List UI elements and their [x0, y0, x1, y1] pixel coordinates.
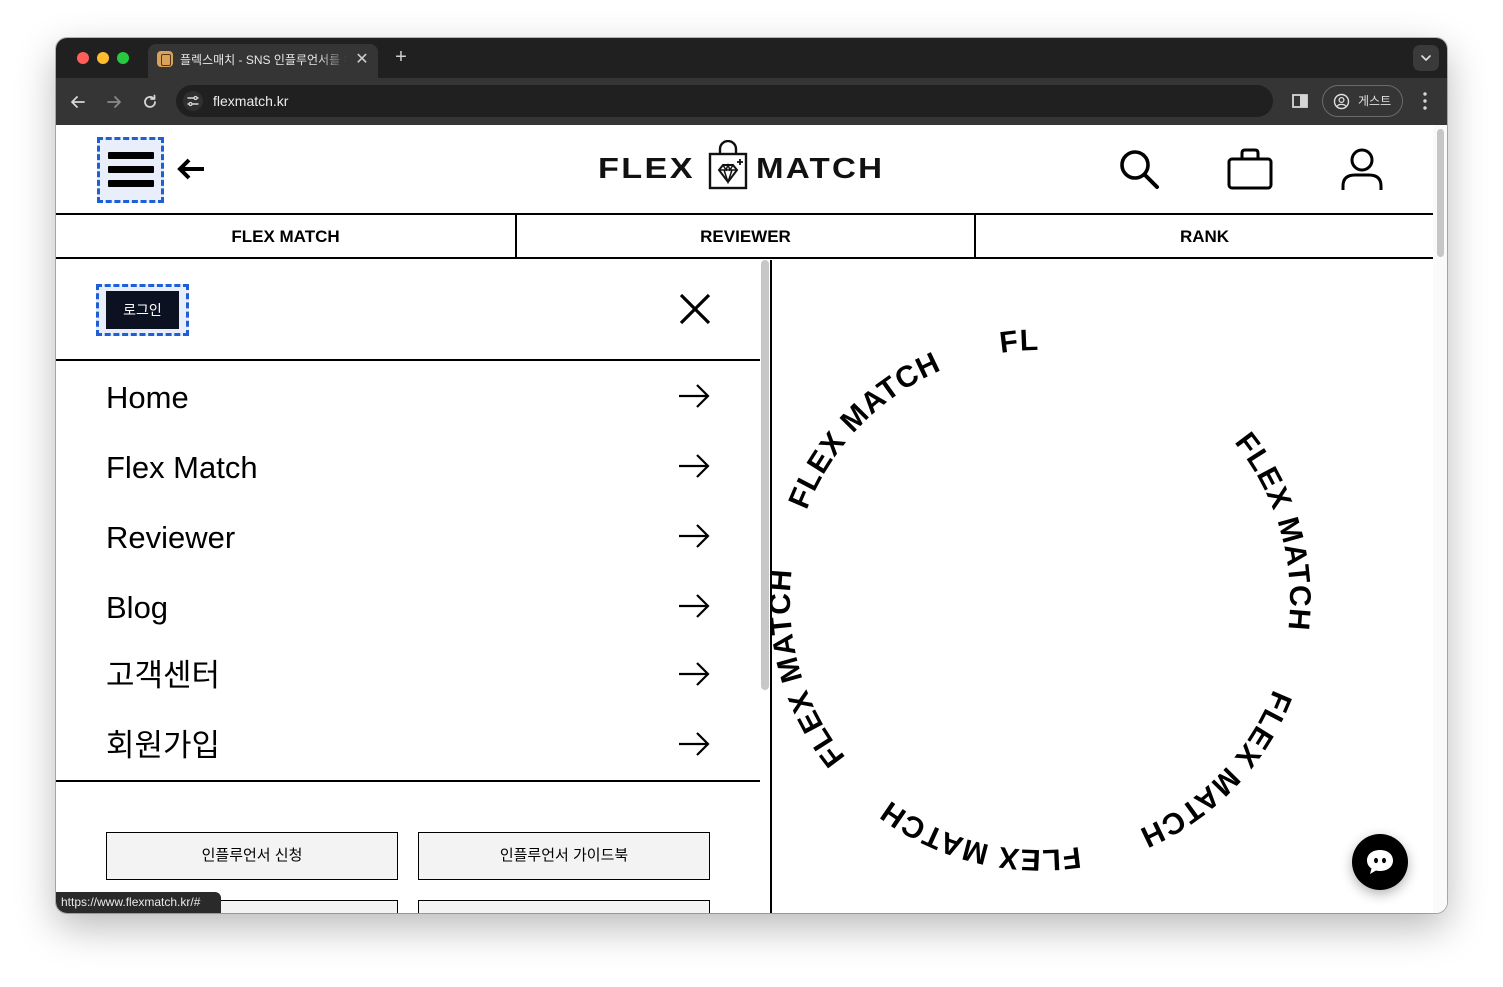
maximize-window-button[interactable]	[117, 52, 129, 64]
account-button[interactable]	[1340, 148, 1384, 197]
close-window-button[interactable]	[77, 52, 89, 64]
site-info-button[interactable]	[183, 91, 203, 111]
hamburger-line	[108, 166, 154, 173]
chat-button[interactable]	[1352, 834, 1408, 890]
side-drawer: 로그인 Home Flex Match Reviewer Blog 고객센터 회…	[56, 260, 772, 913]
menu-item-signup[interactable]: 회원가입	[56, 710, 760, 780]
menu-item-label: Blog	[106, 590, 169, 625]
bag-icon	[1227, 148, 1273, 190]
menu-item-label: 회원가입	[106, 728, 221, 763]
close-drawer-button[interactable]	[678, 292, 712, 326]
side-panel-button[interactable]	[1289, 90, 1311, 112]
menu-item-blog[interactable]: Blog	[56, 572, 760, 642]
chat-icon	[1367, 850, 1393, 874]
forward-button[interactable]	[102, 90, 126, 114]
profile-button[interactable]: 게스트	[1322, 85, 1403, 117]
arrow-right-icon	[679, 524, 710, 548]
profile-icon	[1333, 93, 1350, 110]
circular-text: FLEX MATCHFLEX MATCHFLEX MATCHFLEX MATCH…	[772, 260, 1316, 876]
login-button[interactable]: 로그인	[106, 291, 179, 329]
circular-text-segment: FLEX MATCH	[1135, 686, 1298, 853]
menu-item-reviewer[interactable]: Reviewer	[56, 502, 760, 572]
arrow-right-icon	[679, 732, 710, 756]
site-logo[interactable]: FLEX MATCH	[598, 139, 891, 191]
rotating-text-banner: FLEX MATCHFLEX MATCHFLEX MATCHFLEX MATCH…	[772, 260, 1433, 913]
menu-item-label: Reviewer	[106, 520, 236, 555]
login-button-focus: 로그인	[96, 284, 189, 336]
menu-item-label: Flex Match	[106, 450, 258, 485]
drawer-scrollbar-thumb[interactable]	[761, 260, 769, 690]
new-tab-button[interactable]: +	[390, 45, 412, 69]
influencer-apply-button[interactable]: 인플루언서 신청	[106, 832, 398, 880]
logo-text-left: FLEX	[598, 153, 695, 185]
page-scrollbar-thumb[interactable]	[1437, 129, 1444, 257]
circular-text-segment: FLEX MATCH	[772, 567, 851, 773]
browser-window: 플렉스매치 - SNS 인플루언서를 위 ✕ + flexmatch.kr 게스…	[56, 38, 1447, 913]
search-button[interactable]	[1118, 148, 1160, 195]
hamburger-line	[108, 180, 154, 187]
tune-icon	[187, 95, 199, 107]
user-icon	[1341, 148, 1383, 190]
drawer-divider	[56, 359, 760, 361]
circular-text-segment: FLEX MATCH	[782, 346, 945, 513]
back-arrow-button[interactable]	[175, 157, 207, 181]
minimize-window-button[interactable]	[97, 52, 109, 64]
reload-button[interactable]	[138, 90, 162, 114]
browser-tab[interactable]: 플렉스매치 - SNS 인플루언서를 위 ✕	[148, 44, 378, 78]
drawer-divider	[56, 780, 760, 782]
circular-text-segment: FLEX MATCH	[875, 794, 1083, 876]
logo-text-right: MATCH	[756, 153, 885, 185]
status-bar-url: https://www.flexmatch.kr/#	[56, 892, 221, 913]
drawer-scrollbar[interactable]	[760, 260, 770, 690]
tab-close-icon[interactable]: ✕	[353, 50, 371, 70]
menu-item-customer-center[interactable]: 고객센터	[56, 640, 760, 710]
menu-toggle-button[interactable]	[97, 137, 164, 203]
shopping-bag-logo-icon	[708, 140, 748, 190]
arrow-right-icon	[107, 96, 121, 108]
cart-button[interactable]	[1227, 148, 1273, 195]
arrow-left-icon	[177, 158, 204, 180]
circular-text-segment: FLEX MATCH	[1228, 426, 1316, 632]
search-icon	[1120, 150, 1159, 189]
browser-menu-button[interactable]	[1415, 90, 1435, 112]
page-viewport: FLEX MATCH FLEX MATCH REVIEWER RANK FL F…	[56, 125, 1447, 913]
profile-label: 게스트	[1358, 94, 1392, 108]
arrow-right-icon	[679, 454, 710, 478]
menu-item-home[interactable]: Home	[56, 362, 760, 432]
arrow-right-icon	[679, 662, 710, 686]
influencer-guidebook-button[interactable]: 인플루언서 가이드북	[418, 832, 710, 880]
main-nav: FLEX MATCH REVIEWER RANK	[56, 213, 1433, 259]
tab-strip: 플렉스매치 - SNS 인플루언서를 위 ✕ +	[56, 38, 1447, 78]
nav-rank[interactable]: RANK	[976, 215, 1433, 259]
drawer-button-partial[interactable]	[418, 900, 710, 913]
menu-item-label: 고객센터	[106, 658, 221, 693]
more-vertical-icon	[1423, 92, 1427, 110]
close-icon	[679, 293, 711, 325]
nav-reviewer[interactable]: REVIEWER	[517, 215, 974, 259]
arrow-right-icon	[679, 384, 710, 408]
page-scrollbar[interactable]	[1433, 125, 1447, 913]
favicon-icon	[157, 51, 173, 67]
reload-icon	[144, 94, 156, 108]
nav-flex-match[interactable]: FLEX MATCH	[56, 215, 515, 259]
tab-search-button[interactable]	[1413, 45, 1439, 71]
back-button[interactable]	[66, 90, 90, 114]
circular-text-segment: FLEX MATCH	[772, 260, 1040, 360]
menu-item-flex-match[interactable]: Flex Match	[56, 432, 760, 502]
browser-toolbar: flexmatch.kr 게스트	[56, 78, 1447, 125]
chevron-down-icon	[1421, 55, 1431, 61]
side-panel-icon	[1292, 94, 1308, 108]
hamburger-line	[108, 152, 154, 159]
arrow-left-icon	[71, 96, 85, 108]
menu-item-label: Home	[106, 380, 189, 415]
url-text: flexmatch.kr	[213, 93, 289, 109]
arrow-right-icon	[679, 594, 710, 618]
tab-title-fade	[318, 50, 348, 70]
address-bar[interactable]: flexmatch.kr	[176, 85, 1273, 117]
